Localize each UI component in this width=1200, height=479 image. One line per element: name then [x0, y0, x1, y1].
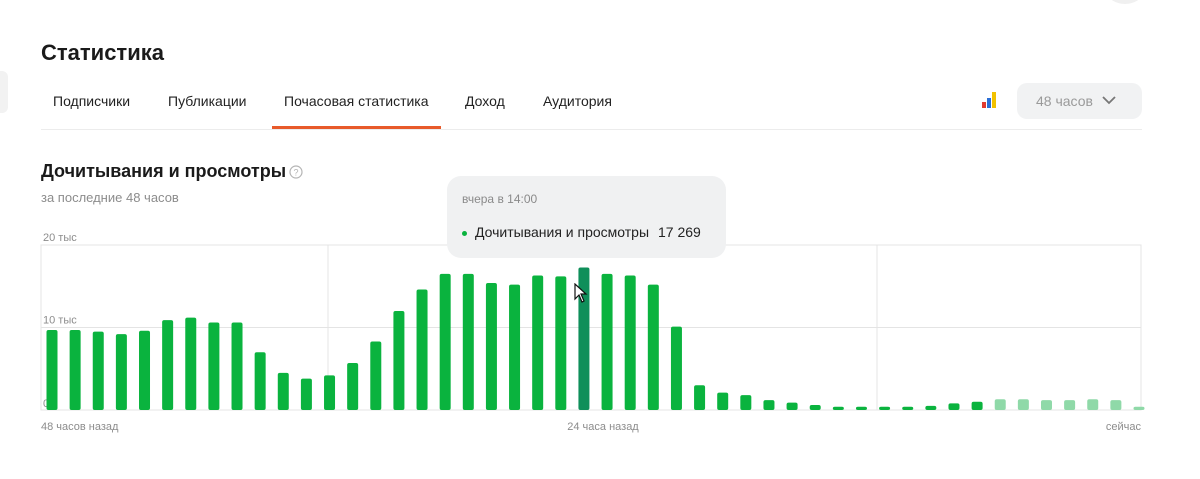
chart-bar [300, 378, 312, 410]
chart-bar [277, 372, 289, 410]
chart-bar [393, 311, 405, 410]
chart-bar [1110, 400, 1122, 410]
x-axis-label: 48 часов назад [41, 421, 119, 433]
chart-bar [416, 289, 428, 410]
chart-bar [231, 322, 243, 410]
y-tick-label: 20 тыс [43, 232, 77, 244]
stats-page: Статистика Подписчики Публикации Почасов… [0, 0, 1200, 479]
chart-bar [694, 385, 706, 410]
chart-bar [740, 395, 752, 410]
chart-bar [971, 401, 983, 410]
chart-bar [1064, 400, 1076, 410]
chart-bar [46, 329, 58, 410]
chart-bar [925, 405, 937, 410]
chart-bar [902, 406, 914, 410]
chart-bar [509, 284, 521, 410]
chart-bar [69, 329, 81, 410]
chart-bar [208, 322, 220, 410]
chart-bar [139, 330, 151, 410]
chart-bar [601, 273, 613, 410]
chart-bar [485, 282, 497, 410]
chart-bar [1040, 400, 1052, 410]
chart-bar [832, 406, 844, 410]
chart-bar [1017, 399, 1029, 410]
chart-bar [763, 400, 775, 410]
chart-bar [185, 317, 197, 410]
chart-bar [347, 362, 359, 410]
y-tick-label: 10 тыс [43, 315, 77, 327]
chart-bar [1087, 399, 1099, 410]
chart-bar [254, 352, 266, 410]
chart-bar [855, 406, 867, 410]
chart-bar [1133, 406, 1145, 410]
chart-bar [624, 275, 636, 410]
chart-bar [370, 341, 382, 410]
chart-bar [462, 273, 474, 410]
x-axis-label: 24 часа назад [567, 421, 639, 433]
chart-bar [809, 405, 821, 410]
chart-bar [162, 320, 174, 410]
chart-tooltip: вчера в 14:00 Дочитывания и просмотры 17… [447, 176, 726, 258]
x-axis-label: сейчас [1106, 421, 1142, 433]
chart-bar [555, 276, 567, 410]
tooltip-series-name: Дочитывания и просмотры [475, 224, 650, 240]
chart-bar [439, 273, 451, 410]
chart-bar [994, 399, 1006, 410]
chart-bar [647, 284, 659, 410]
chart-bar [786, 402, 798, 410]
chart-bar [115, 334, 127, 410]
chart-bar [879, 406, 891, 410]
chart-bar [948, 403, 960, 410]
chart-bar [532, 275, 544, 410]
chart-bar [324, 375, 336, 410]
chart-bar [670, 326, 682, 410]
tooltip-time: вчера в 14:00 [462, 192, 538, 206]
mouse-cursor-icon [574, 283, 588, 303]
chart-bar [717, 392, 729, 410]
tooltip-series-dot [462, 231, 467, 236]
chart-bar [92, 331, 104, 410]
tooltip-value: 17 269 [658, 224, 701, 240]
